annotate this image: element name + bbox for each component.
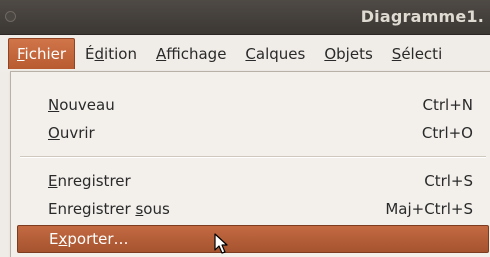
label-pre: Enregistrer — [48, 200, 136, 218]
menu-item-shortcut: Maj+Ctrl+S — [385, 200, 473, 218]
menu-item-label: Enregistrer — [48, 168, 131, 194]
label-post: uvrir — [59, 124, 95, 142]
mouse-pointer-icon — [214, 233, 228, 254]
menu-item-enregistrer-sous[interactable]: Enregistrer sous Maj+Ctrl+S — [11, 196, 487, 222]
menu-item-shortcut: Ctrl+O — [421, 124, 473, 142]
title-bar: Diagramme1. — [0, 0, 490, 35]
menu-label-pre: É — [85, 44, 95, 63]
label-mnemonic: N — [48, 96, 60, 114]
label-mnemonic: O — [48, 124, 60, 142]
label-post: nregistrer — [57, 172, 131, 190]
label-post: porter… — [67, 230, 129, 248]
menu-label-post: bjets — [336, 44, 373, 63]
menu-mnemonic: d — [94, 44, 105, 63]
file-menu-dropdown: Nouveau Ctrl+N Ouvrir Ctrl+O Enregistrer… — [10, 71, 490, 257]
label-post: ous — [143, 200, 170, 218]
window-control-icon[interactable] — [5, 11, 16, 22]
menu-mnemonic: A — [155, 44, 167, 63]
menu-label-post: ichier — [24, 45, 67, 63]
menu-edition[interactable]: Édition — [76, 39, 146, 69]
menu-item-exporter[interactable]: Exporter… — [17, 225, 489, 253]
menu-item-shortcut: Ctrl+S — [424, 172, 473, 190]
menu-item-label: Nouveau — [48, 92, 115, 118]
menu-label-post: ffichage — [166, 44, 227, 63]
menu-mnemonic: F — [17, 45, 25, 63]
menu-label-post: alques — [255, 44, 306, 63]
menu-mnemonic: O — [324, 44, 337, 63]
menu-item-label: Exporter… — [49, 226, 129, 252]
menu-item-enregistrer[interactable]: Enregistrer Ctrl+S — [11, 168, 487, 194]
menu-item-ouvrir[interactable]: Ouvrir Ctrl+O — [11, 120, 487, 146]
menu-item-label: Ouvrir — [48, 120, 95, 146]
menu-item-label: Enregistrer sous — [48, 196, 170, 222]
menu-separator — [20, 156, 486, 158]
menu-affichage[interactable]: Affichage — [147, 39, 235, 69]
menu-objets[interactable]: Objets — [315, 39, 381, 69]
menu-label-post: ition — [104, 44, 137, 63]
label-post: ouveau — [59, 96, 115, 114]
menu-selection[interactable]: Sélecti — [383, 39, 451, 69]
window-title: Diagramme1. — [360, 7, 484, 26]
menu-item-nouveau[interactable]: Nouveau Ctrl+N — [11, 92, 487, 118]
menu-mnemonic: S — [391, 44, 402, 63]
menu-label-post: électi — [401, 44, 443, 63]
menu-fichier[interactable]: Fichier — [8, 38, 76, 69]
menu-mnemonic: C — [245, 44, 256, 63]
menu-calques[interactable]: Calques — [236, 39, 314, 69]
menubar: Fichier Édition Affichage Calques Objets… — [0, 35, 490, 72]
menu-item-shortcut: Ctrl+N — [422, 96, 473, 114]
